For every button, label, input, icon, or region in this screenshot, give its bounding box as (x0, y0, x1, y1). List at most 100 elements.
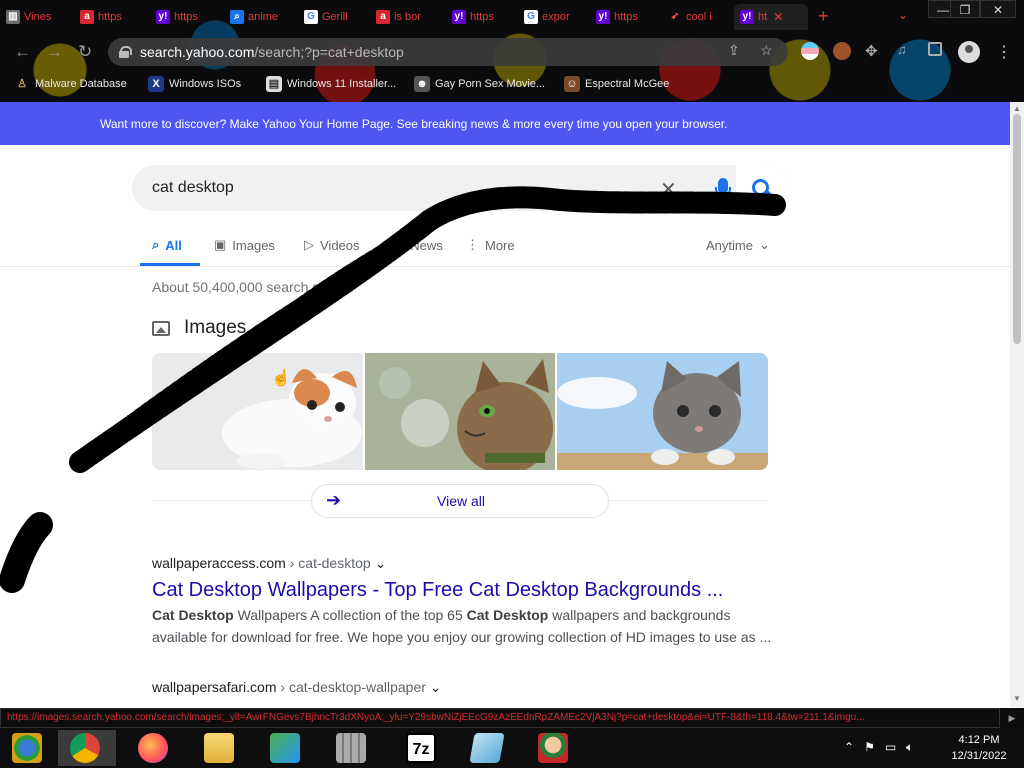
restore-icon[interactable]: ❐ (950, 0, 980, 18)
tab-active[interactable]: y! ht ✕ (734, 4, 808, 30)
avatar-extension-icon[interactable] (833, 42, 851, 60)
images-section-heading[interactable]: Images (152, 317, 246, 339)
firefox-icon (138, 733, 168, 763)
tab-more[interactable]: ⋮ More (466, 237, 515, 253)
search-icon: ⌕ (230, 10, 244, 24)
tab[interactable]: a is bor (370, 4, 444, 30)
bookmark-star-icon[interactable]: ☆ (760, 42, 773, 59)
kebab-menu-icon[interactable]: ⋮ (996, 42, 1012, 62)
tab-all[interactable]: ⌕ All (152, 237, 182, 253)
tab[interactable]: ➶ cool i (662, 4, 736, 30)
anytime-filter[interactable]: Anytime ⌄ (706, 237, 770, 253)
search-input[interactable] (152, 179, 632, 197)
bookmark-label: Windows 11 Installer... (287, 78, 397, 90)
bookmark-item[interactable]: ♙ Malware Database (14, 76, 127, 92)
scroll-up-icon[interactable]: ▲ (1013, 104, 1021, 113)
windows-start-icon (12, 733, 42, 763)
microphone-icon[interactable] (715, 178, 731, 197)
clear-search-icon[interactable]: ✕ (660, 177, 677, 202)
close-window-icon[interactable]: ✕ (980, 0, 1016, 18)
images-heading-label: Images (184, 317, 247, 338)
view-all-button[interactable]: ➔ View all (311, 484, 609, 518)
media-control-icon[interactable]: ♫ (897, 42, 915, 60)
back-arrow-icon[interactable]: ← (14, 42, 31, 62)
result-cite[interactable]: wallpaperaccess.com › cat-desktop ⌄ (152, 555, 772, 572)
taskbar-7zip[interactable]: 7z (394, 730, 452, 766)
share-icon[interactable]: ⇪ (728, 42, 740, 59)
reload-icon[interactable]: ↻ (78, 42, 92, 62)
yahoo-icon: y! (452, 10, 466, 24)
chevron-up-icon[interactable]: ⌃ (844, 740, 854, 755)
clock[interactable]: 4:12 PM 12/31/2022 (944, 732, 1014, 764)
search-result: wallpaperaccess.com › cat-desktop ⌄ Cat … (152, 555, 772, 648)
tab-videos[interactable]: ▷ Videos (304, 237, 360, 253)
taskbar-notepad[interactable] (460, 730, 518, 766)
scroll-down-icon[interactable]: ▼ (1013, 694, 1021, 703)
snippet-bold: Cat Desktop (152, 607, 234, 623)
chevron-down-icon[interactable]: ⌄ (430, 679, 442, 695)
chevron-down-icon: ⌄ (758, 237, 770, 252)
image-thumbnail-kitten[interactable] (557, 353, 768, 470)
tab-more-label: More (485, 237, 515, 253)
tab[interactable]: y! https (590, 4, 664, 30)
taskbar-file-explorer[interactable] (192, 730, 250, 766)
tab[interactable]: G expor (518, 4, 592, 30)
search-results-page: ✕ ⌕ All ▣ Images ▷ Videos ▤ News ⋮ More … (0, 145, 1010, 707)
bank-icon: ▥ (6, 10, 20, 24)
scroll-thumb[interactable] (1013, 114, 1021, 344)
image-thumbnail-tabby-cat[interactable] (365, 353, 555, 470)
new-tab-button[interactable]: + (818, 6, 829, 27)
tab[interactable]: a https (74, 4, 148, 30)
start-button[interactable] (0, 730, 58, 766)
profile-avatar-icon[interactable] (958, 41, 980, 63)
puzzle-extensions-icon[interactable]: ✥ (865, 42, 883, 60)
tab-strip: ▥ Vines a https y! https ⌕ anime G Geril… (0, 0, 1024, 34)
search-box: ✕ (132, 165, 788, 211)
browser-chrome: ▥ Vines a https y! https ⌕ anime G Geril… (0, 0, 1024, 102)
bookmark-item[interactable]: X Windows ISOs (148, 76, 241, 92)
figure-icon: ♙ (17, 78, 27, 90)
side-panel-icon[interactable] (928, 42, 942, 56)
tab-close-icon[interactable]: ✕ (773, 10, 783, 24)
url-path: /search;?p=cat+desktop (254, 44, 404, 60)
yahoo-icon: y! (740, 10, 754, 24)
bookmark-item[interactable]: ☻ Gay Porn Sex Movie... (414, 76, 545, 92)
tab-search-chevron-icon[interactable]: ⌄ (898, 8, 908, 22)
bookmark-item[interactable]: ☺ Espectral McGee (564, 76, 669, 92)
taskbar-game[interactable] (526, 730, 584, 766)
forward-arrow-icon[interactable]: → (46, 42, 63, 62)
address-bar[interactable]: search.yahoo.com /search;?p=cat+desktop … (108, 38, 788, 66)
image-thumbnail-white-cat[interactable] (152, 353, 363, 470)
page-scrollbar[interactable]: ▲ ▼ (1010, 102, 1024, 707)
tab[interactable]: G Gerill (298, 4, 372, 30)
7zip-icon: 7z (406, 733, 436, 763)
taskbar-wall-app[interactable] (324, 730, 382, 766)
volume-icon[interactable]: 🔈︎ (906, 740, 913, 755)
tab[interactable]: y! https (150, 4, 224, 30)
flag-extension-icon[interactable] (801, 42, 819, 60)
chevron-down-icon[interactable]: ⌄ (375, 555, 387, 571)
clock-date: 12/31/2022 (951, 750, 1007, 762)
scroll-right-icon[interactable]: ▶ (1000, 708, 1024, 728)
windows-taskbar: 7z ⌃ ⚑ ▭ 🔈︎ 4:12 PM 12/31/2022 (0, 728, 1024, 768)
tab-news-label: News (410, 237, 443, 253)
taskbar-network-people[interactable] (258, 730, 316, 766)
flag-icon[interactable]: ⚑ (864, 740, 875, 755)
lock-icon[interactable] (118, 46, 132, 58)
tab[interactable]: y! https (446, 4, 520, 30)
tab-news[interactable]: ▤ News (392, 237, 443, 253)
url-host: search.yahoo.com (140, 44, 255, 60)
home-page-banner[interactable]: Want more to discover? Make Yahoo Your H… (0, 102, 1010, 145)
result-cite[interactable]: wallpapersafari.com › cat-desktop-wallpa… (152, 679, 772, 696)
network-icon[interactable]: ▭ (885, 740, 896, 755)
taskbar-firefox[interactable] (126, 730, 184, 766)
result-title-link[interactable]: Cat Desktop Wallpapers - Top Free Cat De… (152, 579, 772, 602)
file-explorer-icon (204, 733, 234, 763)
search-button[interactable] (736, 165, 788, 211)
tab[interactable]: ▥ Vines (0, 4, 74, 30)
tab-images[interactable]: ▣ Images (214, 237, 275, 253)
image-icon: ▣ (214, 237, 227, 252)
taskbar-chrome[interactable] (58, 730, 116, 766)
tab[interactable]: ⌕ anime (224, 4, 298, 30)
bookmark-item[interactable]: ▤ Windows 11 Installer... (266, 76, 396, 92)
